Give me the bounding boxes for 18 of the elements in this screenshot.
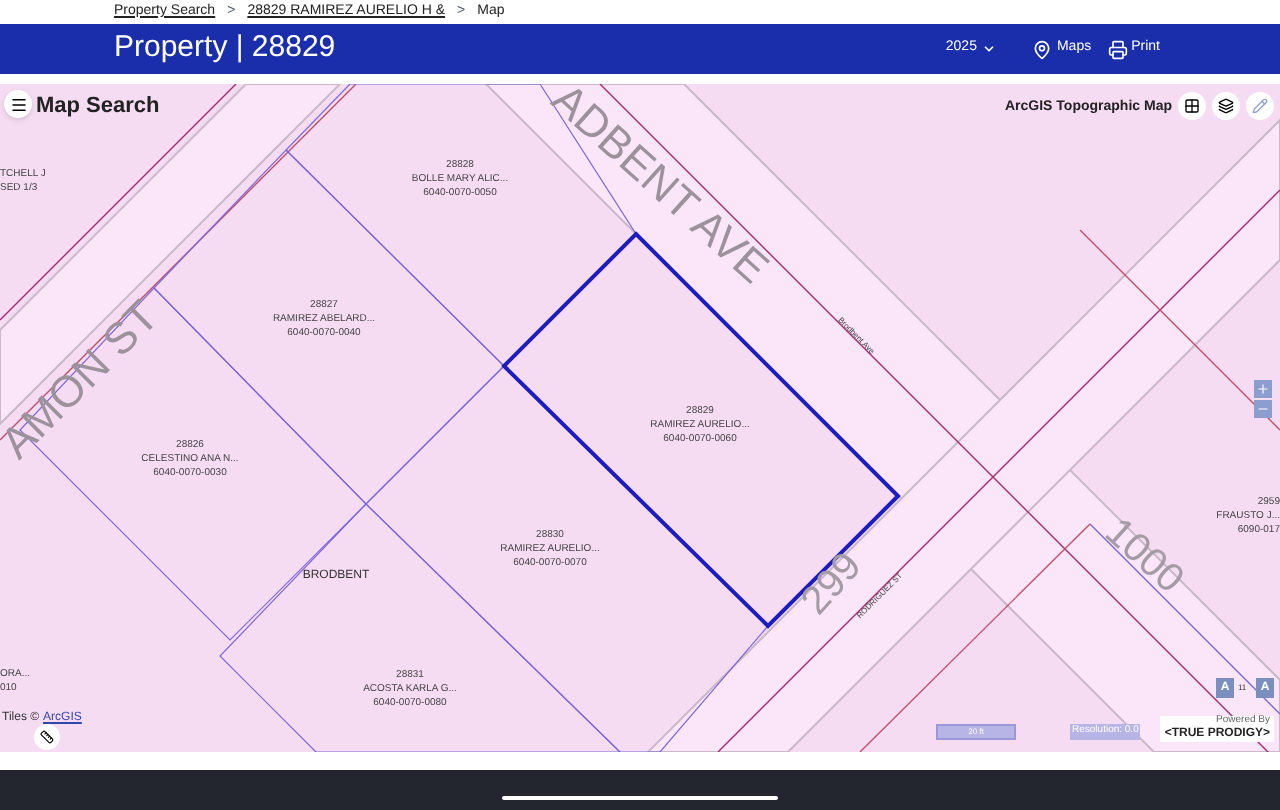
minus-icon [1256, 402, 1270, 416]
pin-icon [1032, 39, 1053, 59]
layers-button[interactable] [1212, 92, 1240, 120]
menu-icon [9, 95, 27, 113]
measure-button[interactable] [34, 724, 60, 750]
pencil-icon [1252, 98, 1268, 114]
printer-icon [1107, 39, 1128, 59]
plus-icon [1256, 382, 1270, 396]
menu-button[interactable] [4, 90, 32, 118]
zoom-in-button[interactable] [1254, 380, 1272, 398]
panel-title: Map Search [36, 92, 160, 122]
basemap-button[interactable] [1178, 92, 1206, 120]
grid-icon [1184, 98, 1200, 114]
page-title: Property | 28829 [114, 28, 338, 69]
ruler-icon [40, 730, 54, 744]
zoom-out-button[interactable] [1254, 400, 1272, 418]
layers-icon [1218, 98, 1234, 114]
caret-icon [982, 42, 997, 56]
